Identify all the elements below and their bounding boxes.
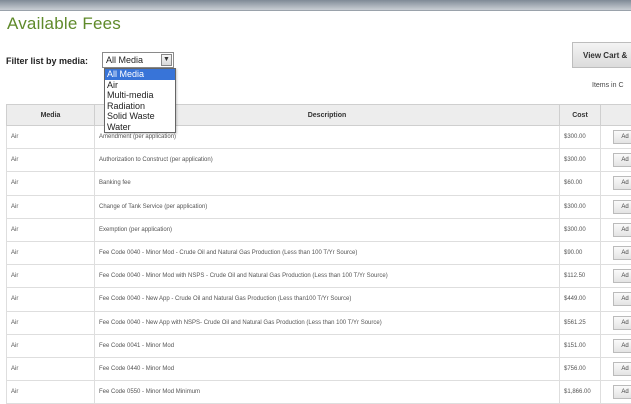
cell-description: Exemption (per application) [95, 218, 560, 241]
cell-description: Fee Code 0440 - Minor Mod [95, 357, 560, 380]
cell-description: Banking fee [95, 172, 560, 195]
cell-media: Air [7, 149, 95, 172]
filter-label: Filter list by media: [6, 56, 88, 66]
column-header-media: Media [7, 105, 95, 126]
page-title: Available Fees [7, 14, 121, 34]
media-filter-dropdown[interactable]: All Media Air Multi-media Radiation Soli… [104, 68, 176, 133]
view-cart-button[interactable]: View Cart & [572, 42, 631, 68]
cell-action: Ad [601, 357, 631, 380]
add-to-cart-button[interactable]: Ad [613, 223, 631, 237]
add-to-cart-button[interactable]: Ad [613, 316, 631, 330]
chevron-down-icon[interactable]: ▼ [161, 54, 172, 66]
add-to-cart-button[interactable]: Ad [613, 339, 631, 353]
cell-cost: $300.00 [560, 126, 601, 149]
media-filter-value: All Media [106, 55, 143, 65]
cell-cost: $60.00 [560, 172, 601, 195]
cell-cost: $1,866.00 [560, 381, 601, 404]
cell-description: Change of Tank Service (per application) [95, 195, 560, 218]
cell-action: Ad [601, 195, 631, 218]
cell-action: Ad [601, 265, 631, 288]
cell-media: Air [7, 126, 95, 149]
cell-media: Air [7, 357, 95, 380]
column-header-action [601, 105, 631, 126]
cell-cost: $449.00 [560, 288, 601, 311]
cell-action: Ad [601, 311, 631, 334]
cell-media: Air [7, 265, 95, 288]
table-row: AirFee Code 0040 - Minor Mod - Crude Oil… [7, 241, 631, 264]
dropdown-option[interactable]: Multi-media [105, 90, 175, 101]
cell-cost: $300.00 [560, 218, 601, 241]
window-top-bar [0, 0, 631, 11]
cell-media: Air [7, 241, 95, 264]
cell-cost: $151.00 [560, 334, 601, 357]
cell-description: Fee Code 0041 - Minor Mod [95, 334, 560, 357]
cell-cost: $300.00 [560, 149, 601, 172]
add-to-cart-button[interactable]: Ad [613, 200, 631, 214]
table-row: AirFee Code 0440 - Minor Mod$756.00 Ad [7, 357, 631, 380]
dropdown-option[interactable]: Solid Waste [105, 111, 175, 122]
cell-action: Ad [601, 149, 631, 172]
dropdown-option[interactable]: Water [105, 122, 175, 133]
cell-description: Fee Code 0040 - Minor Mod - Crude Oil an… [95, 241, 560, 264]
cell-action: Ad [601, 172, 631, 195]
media-filter-select[interactable]: All Media ▼ [102, 52, 174, 68]
cell-media: Air [7, 311, 95, 334]
cell-description: Authorization to Construct (per applicat… [95, 149, 560, 172]
cart-items-count: Items in C [592, 82, 624, 89]
add-to-cart-button[interactable]: Ad [613, 362, 631, 376]
table-row: AirFee Code 0040 - Minor Mod with NSPS -… [7, 265, 631, 288]
cell-cost: $300.00 [560, 195, 601, 218]
cell-media: Air [7, 172, 95, 195]
dropdown-option[interactable]: All Media [105, 69, 175, 80]
cell-media: Air [7, 288, 95, 311]
dropdown-option[interactable]: Radiation [105, 101, 175, 112]
cell-action: Ad [601, 334, 631, 357]
cell-cost: $561.25 [560, 311, 601, 334]
cell-cost: $112.50 [560, 265, 601, 288]
cell-media: Air [7, 195, 95, 218]
cell-description: Fee Code 0040 - New App - Crude Oil and … [95, 288, 560, 311]
cell-action: Ad [601, 218, 631, 241]
table-row: AirBanking fee$60.00 Ad [7, 172, 631, 195]
add-to-cart-button[interactable]: Ad [613, 176, 631, 190]
add-to-cart-button[interactable]: Ad [613, 153, 631, 167]
cell-media: Air [7, 218, 95, 241]
add-to-cart-button[interactable]: Ad [613, 130, 631, 144]
add-to-cart-button[interactable]: Ad [613, 385, 631, 399]
cell-action: Ad [601, 288, 631, 311]
cell-media: Air [7, 381, 95, 404]
cell-action: Ad [601, 241, 631, 264]
fees-table: Media Description Cost AirAmendment (per… [6, 104, 631, 404]
table-row: AirFee Code 0040 - New App with NSPS- Cr… [7, 311, 631, 334]
table-row: AirExemption (per application)$300.00 Ad [7, 218, 631, 241]
table-row: AirAmendment (per application)$300.00Ad [7, 126, 631, 149]
table-row: AirFee Code 0041 - Minor Mod$151.00 Ad [7, 334, 631, 357]
cell-action: Ad [601, 126, 631, 149]
cell-description: Fee Code 0040 - New App with NSPS- Crude… [95, 311, 560, 334]
cell-cost: $90.00 [560, 241, 601, 264]
cell-description: Fee Code 0550 - Minor Mod Minimum [95, 381, 560, 404]
cell-cost: $756.00 [560, 357, 601, 380]
add-to-cart-button[interactable]: Ad [613, 246, 631, 260]
column-header-cost: Cost [560, 105, 601, 126]
table-row: AirChange of Tank Service (per applicati… [7, 195, 631, 218]
table-row: AirAuthorization to Construct (per appli… [7, 149, 631, 172]
table-header-row: Media Description Cost [7, 105, 631, 126]
cell-description: Fee Code 0040 - Minor Mod with NSPS - Cr… [95, 265, 560, 288]
table-row: AirFee Code 0040 - New App - Crude Oil a… [7, 288, 631, 311]
cell-media: Air [7, 334, 95, 357]
table-row: AirFee Code 0550 - Minor Mod Minimum$1,8… [7, 381, 631, 404]
add-to-cart-button[interactable]: Ad [613, 269, 631, 283]
add-to-cart-button[interactable]: Ad [613, 292, 631, 306]
dropdown-option[interactable]: Air [105, 80, 175, 91]
cell-action: Ad [601, 381, 631, 404]
